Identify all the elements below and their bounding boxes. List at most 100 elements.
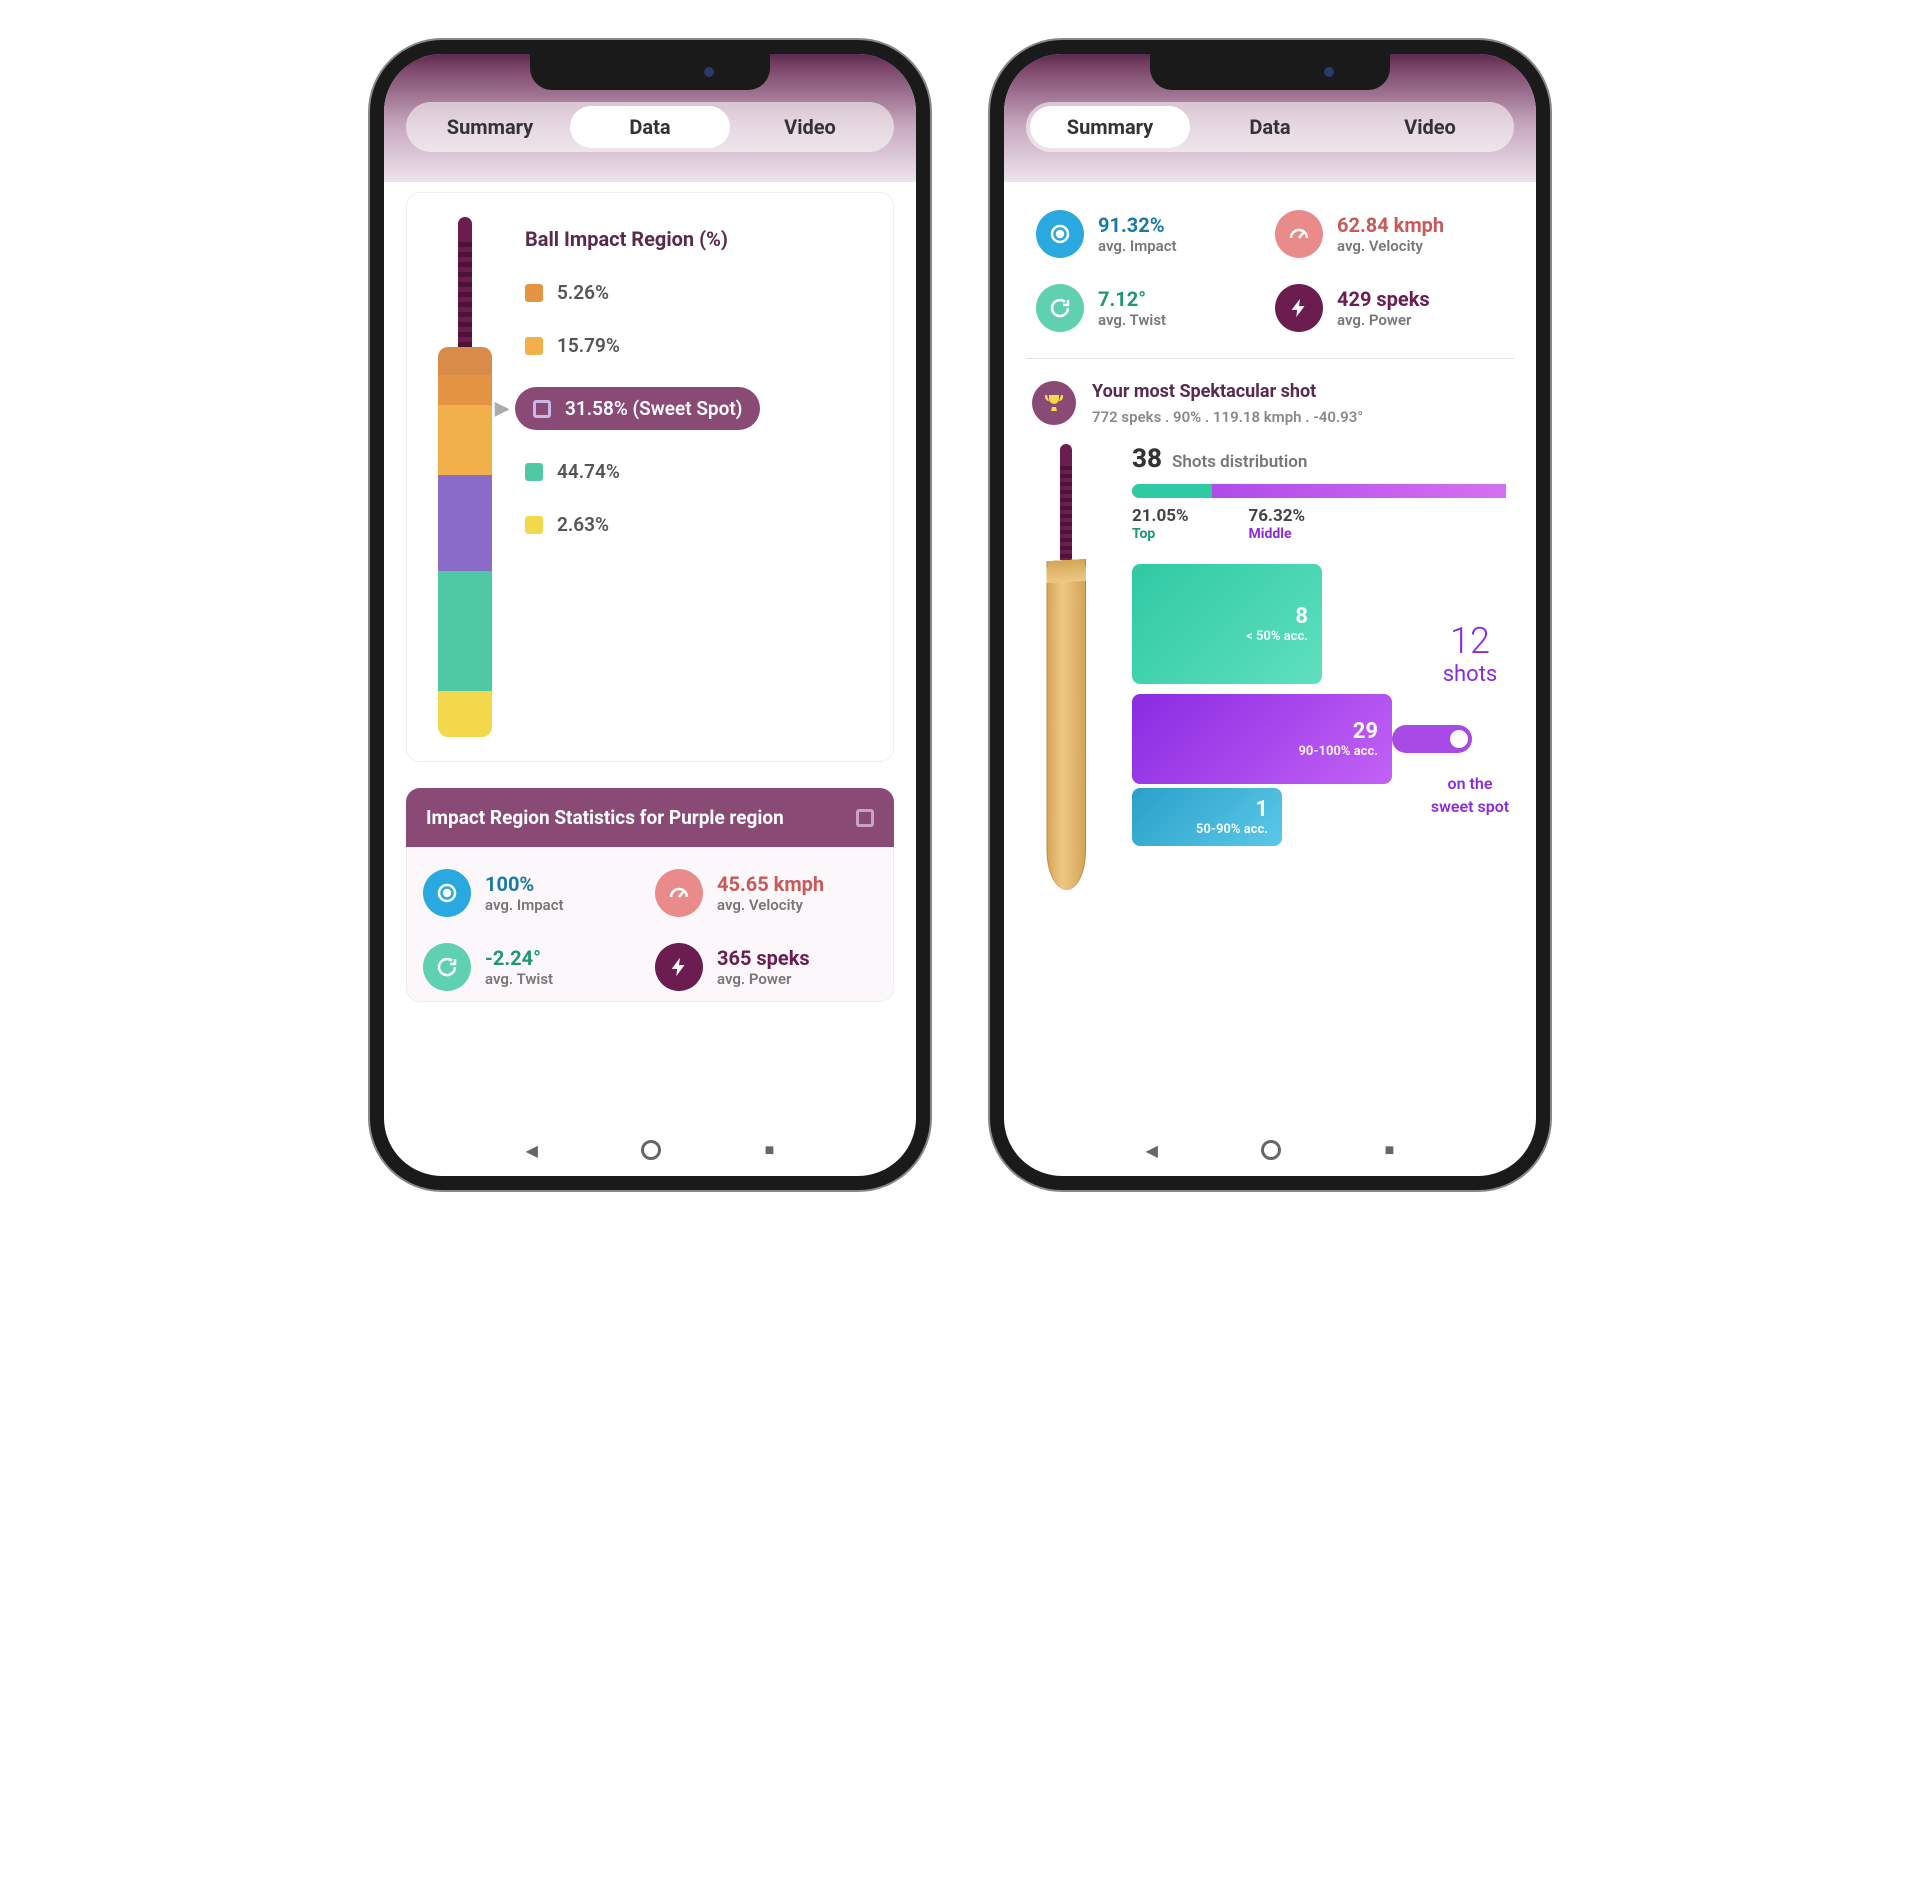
bar-mid-acc[interactable]: 1 50-90% acc.	[1132, 788, 1282, 846]
arrow-icon: ▶	[495, 398, 509, 419]
bar-high-acc[interactable]: 29 90-100% acc.	[1132, 694, 1392, 784]
nav-recents-icon[interactable]: ■	[1385, 1140, 1395, 1160]
stat-label: avg. Power	[717, 970, 810, 988]
content-left: Ball Impact Region (%) 5.26% 15.79% ▶	[384, 182, 916, 1124]
impact-item[interactable]: 44.74%	[525, 460, 875, 483]
divider	[1026, 358, 1514, 359]
stat-value: -2.24°	[485, 946, 553, 970]
tab-video[interactable]: Video	[1350, 106, 1510, 148]
nav-back-icon[interactable]: ◀	[1146, 1141, 1158, 1160]
gauge-icon	[1275, 210, 1323, 258]
stat-power: 429 speks avg. Power	[1275, 284, 1504, 332]
region-swatch-icon	[856, 809, 874, 827]
impact-item-sweet[interactable]: ▶ 31.58% (Sweet Spot)	[525, 387, 875, 430]
bar-label: 50-90% acc.	[1196, 822, 1268, 837]
phone-notch	[1150, 54, 1390, 90]
tab-summary[interactable]: Summary	[410, 106, 570, 148]
phone-notch	[530, 54, 770, 90]
stat-value: 91.32%	[1098, 213, 1177, 237]
impact-stats-panel: Impact Region Statistics for Purple regi…	[406, 788, 894, 1002]
impact-title: Ball Impact Region (%)	[525, 227, 875, 251]
impact-item-label: 5.26%	[557, 281, 609, 304]
stat-value: 365 speks	[717, 946, 810, 970]
bar-count: 1	[1255, 797, 1268, 822]
impact-region-card: Ball Impact Region (%) 5.26% 15.79% ▶	[406, 192, 894, 762]
stat-velocity: 62.84 kmph avg. Velocity	[1275, 210, 1504, 258]
target-icon	[423, 869, 471, 917]
stat-label: avg. Impact	[485, 896, 564, 914]
trophy-icon	[1032, 381, 1076, 425]
sweet-line1: on the	[1410, 774, 1530, 793]
impact-item-label: 2.63%	[557, 513, 609, 536]
bar-label: < 50% acc.	[1246, 629, 1308, 644]
android-nav: ◀ ■	[384, 1124, 916, 1176]
target-icon	[1036, 210, 1084, 258]
impact-item-label: 15.79%	[557, 334, 620, 357]
stat-twist: 7.12° avg. Twist	[1036, 284, 1265, 332]
impact-item[interactable]: 2.63%	[525, 513, 875, 536]
dist-bar	[1132, 484, 1514, 498]
bat-illustration	[1026, 444, 1116, 890]
stat-label: avg. Twist	[1098, 311, 1166, 329]
screen-left: Summary Data Video	[384, 54, 916, 1176]
dist-middle: 76.32% Middle	[1249, 506, 1306, 542]
dist-top-pct: 21.05%	[1132, 506, 1189, 526]
sweet-spot-callout: 12 shots	[1410, 620, 1530, 687]
screen-right: Summary Data Video 91.32% avg. Impact	[1004, 54, 1536, 1176]
bolt-icon	[1275, 284, 1323, 332]
nav-home-icon[interactable]	[1261, 1140, 1281, 1160]
rotate-icon	[1036, 284, 1084, 332]
tab-video[interactable]: Video	[730, 106, 890, 148]
stat-value: 429 speks	[1337, 287, 1430, 311]
stat-impact: 100% avg. Impact	[423, 869, 645, 917]
dist-top: 21.05% Top	[1132, 506, 1189, 542]
stat-value: 7.12°	[1098, 287, 1166, 311]
trophy-title: Your most Spektacular shot	[1092, 381, 1363, 402]
dist-label: Shots distribution	[1172, 452, 1307, 472]
bar-label: 90-100% acc.	[1298, 744, 1378, 759]
stat-value: 100%	[485, 872, 564, 896]
dist-count: 38	[1132, 444, 1162, 474]
tab-summary[interactable]: Summary	[1030, 106, 1190, 148]
impact-item-label: 31.58% (Sweet Spot)	[565, 397, 742, 420]
nav-back-icon[interactable]: ◀	[526, 1141, 538, 1160]
stat-impact: 91.32% avg. Impact	[1036, 210, 1265, 258]
tab-bar: Summary Data Video	[406, 102, 894, 152]
stat-value: 45.65 kmph	[717, 872, 824, 896]
tab-data[interactable]: Data	[570, 106, 730, 148]
bar-low-acc[interactable]: 8 < 50% acc.	[1132, 564, 1322, 684]
bar-count: 8	[1295, 604, 1308, 629]
gauge-icon	[655, 869, 703, 917]
dist-middle-pct: 76.32%	[1249, 506, 1306, 526]
phone-left: Summary Data Video	[370, 40, 930, 1190]
shots-distribution: 38 Shots distribution 21.05% Top 76.3	[1026, 438, 1514, 890]
stat-twist: -2.24° avg. Twist	[423, 943, 645, 991]
sweet-num: 12	[1410, 620, 1530, 662]
stat-label: avg. Velocity	[717, 896, 824, 914]
content-right: 91.32% avg. Impact 62.84 kmph avg. Veloc…	[1004, 182, 1536, 1124]
trophy-sub: 772 speks . 90% . 119.18 kmph . -40.93°	[1092, 408, 1363, 426]
impact-stats-header: Impact Region Statistics for Purple regi…	[406, 788, 894, 847]
stat-label: avg. Power	[1337, 311, 1430, 329]
impact-item[interactable]: 15.79%	[525, 334, 875, 357]
bolt-icon	[655, 943, 703, 991]
sweet-shots: shots	[1410, 662, 1530, 687]
impact-stats-title: Impact Region Statistics for Purple regi…	[426, 806, 784, 829]
sweet-spot-pointer	[1392, 725, 1472, 753]
tab-bar: Summary Data Video	[1026, 102, 1514, 152]
phone-right: Summary Data Video 91.32% avg. Impact	[990, 40, 1550, 1190]
bar-count: 29	[1353, 719, 1378, 744]
stat-label: avg. Twist	[485, 970, 553, 988]
nav-recents-icon[interactable]: ■	[765, 1140, 775, 1160]
impact-item[interactable]: 5.26%	[525, 281, 875, 304]
stat-velocity: 45.65 kmph avg. Velocity	[655, 869, 877, 917]
stat-label: avg. Impact	[1098, 237, 1177, 255]
spektacular-shot[interactable]: Your most Spektacular shot 772 speks . 9…	[1026, 377, 1514, 438]
bat-diagram	[425, 217, 505, 737]
stat-power: 365 speks avg. Power	[655, 943, 877, 991]
tab-data[interactable]: Data	[1190, 106, 1350, 148]
sweet-line2: sweet spot	[1410, 797, 1530, 816]
nav-home-icon[interactable]	[641, 1140, 661, 1160]
impact-legend: Ball Impact Region (%) 5.26% 15.79% ▶	[525, 217, 875, 737]
android-nav: ◀ ■	[1004, 1124, 1536, 1176]
